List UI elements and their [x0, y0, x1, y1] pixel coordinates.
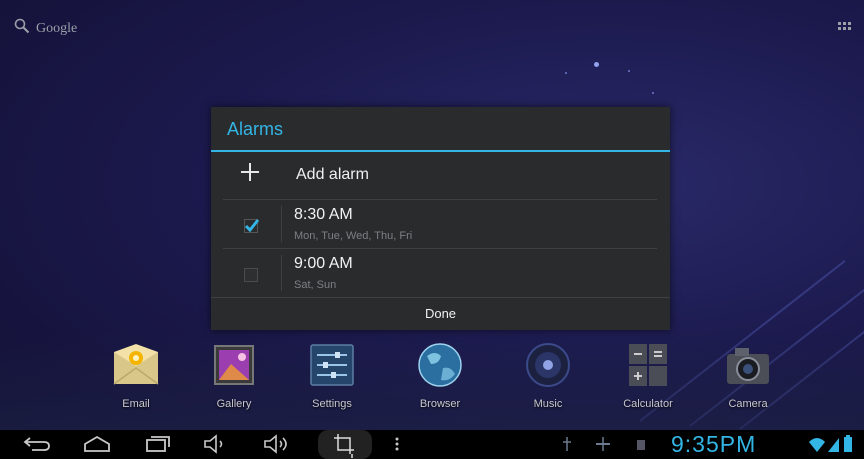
all-apps-grid-icon[interactable]: [838, 22, 852, 34]
dock-app-camera[interactable]: Camera: [708, 342, 788, 410]
alarm-time: 9:00 AM: [294, 255, 353, 272]
gallery-icon: [209, 342, 259, 388]
dock-label: Camera: [728, 398, 768, 410]
app-dock: Email Gallery Settings Browser Music Cal…: [0, 330, 864, 430]
alarms-dialog: Alarms Add alarm 8:30 AM Mon, Tue, Wed, …: [211, 107, 670, 330]
dock-label: Calculator: [623, 398, 673, 410]
done-button[interactable]: Done: [211, 297, 670, 330]
dock-app-music[interactable]: Music: [508, 342, 588, 410]
google-search-bar[interactable]: Google: [14, 18, 77, 39]
system-bar: 9:35PM: [0, 430, 864, 459]
alarm-row[interactable]: 8:30 AM Mon, Tue, Wed, Thu, Fri: [211, 200, 670, 248]
notification-icon: [636, 438, 646, 456]
alarm-repeat-days: Sat, Sun: [294, 279, 337, 291]
usb-debugging-icon: [594, 434, 612, 459]
add-alarm-button[interactable]: Add alarm: [211, 153, 670, 199]
add-alarm-label: Add alarm: [296, 166, 369, 183]
email-icon: [111, 342, 161, 388]
alarm-enabled-checkbox[interactable]: [244, 219, 260, 233]
alarm-row[interactable]: 9:00 AM Sat, Sun: [211, 249, 670, 297]
dock-label: Music: [533, 398, 563, 410]
dock-label: Browser: [419, 398, 461, 410]
browser-globe-icon: [415, 342, 465, 388]
search-icon: [14, 18, 30, 39]
usb-icon: [560, 434, 574, 459]
divider: [281, 255, 282, 291]
battery-icon: [843, 435, 853, 458]
dock-label: Gallery: [216, 398, 252, 410]
dock-label: Settings: [312, 398, 352, 410]
search-label: Google: [36, 20, 78, 36]
wifi-icon: [808, 434, 826, 459]
home-icon[interactable]: [82, 434, 112, 459]
volume-up-icon[interactable]: [262, 434, 292, 459]
dock-app-calculator[interactable]: Calculator: [608, 342, 688, 410]
music-speaker-icon: [523, 342, 573, 388]
dock-app-gallery[interactable]: Gallery: [194, 342, 274, 410]
back-icon[interactable]: [22, 434, 52, 459]
alarm-enabled-checkbox[interactable]: [244, 268, 258, 282]
wallpaper-star: [628, 70, 630, 72]
alarm-repeat-days: Mon, Tue, Wed, Thu, Fri: [294, 230, 413, 242]
dock-app-browser[interactable]: Browser: [400, 342, 480, 410]
divider: [281, 206, 282, 242]
wallpaper-star: [565, 72, 567, 74]
screenshot-icon[interactable]: [318, 430, 372, 459]
title-divider: [211, 150, 670, 152]
dock-app-settings[interactable]: Settings: [292, 342, 372, 410]
signal-icon: [826, 434, 840, 459]
wallpaper-star: [652, 92, 654, 94]
dialog-title: Alarms: [227, 119, 284, 139]
alarm-time: 8:30 AM: [294, 206, 353, 223]
calculator-icon: [623, 342, 673, 388]
home-screen: Google Email Gallery Settings Browser Mu…: [0, 0, 864, 459]
plus-icon: [239, 161, 261, 190]
wallpaper-star: [594, 62, 599, 67]
overflow-menu-icon[interactable]: [392, 434, 402, 459]
settings-icon: [307, 342, 357, 388]
volume-down-icon[interactable]: [202, 434, 228, 459]
camera-icon: [723, 342, 773, 388]
dock-label: Email: [122, 398, 150, 410]
status-clock: 9:35PM: [671, 431, 757, 457]
dock-app-email[interactable]: Email: [96, 342, 176, 410]
recent-apps-icon[interactable]: [142, 434, 172, 459]
